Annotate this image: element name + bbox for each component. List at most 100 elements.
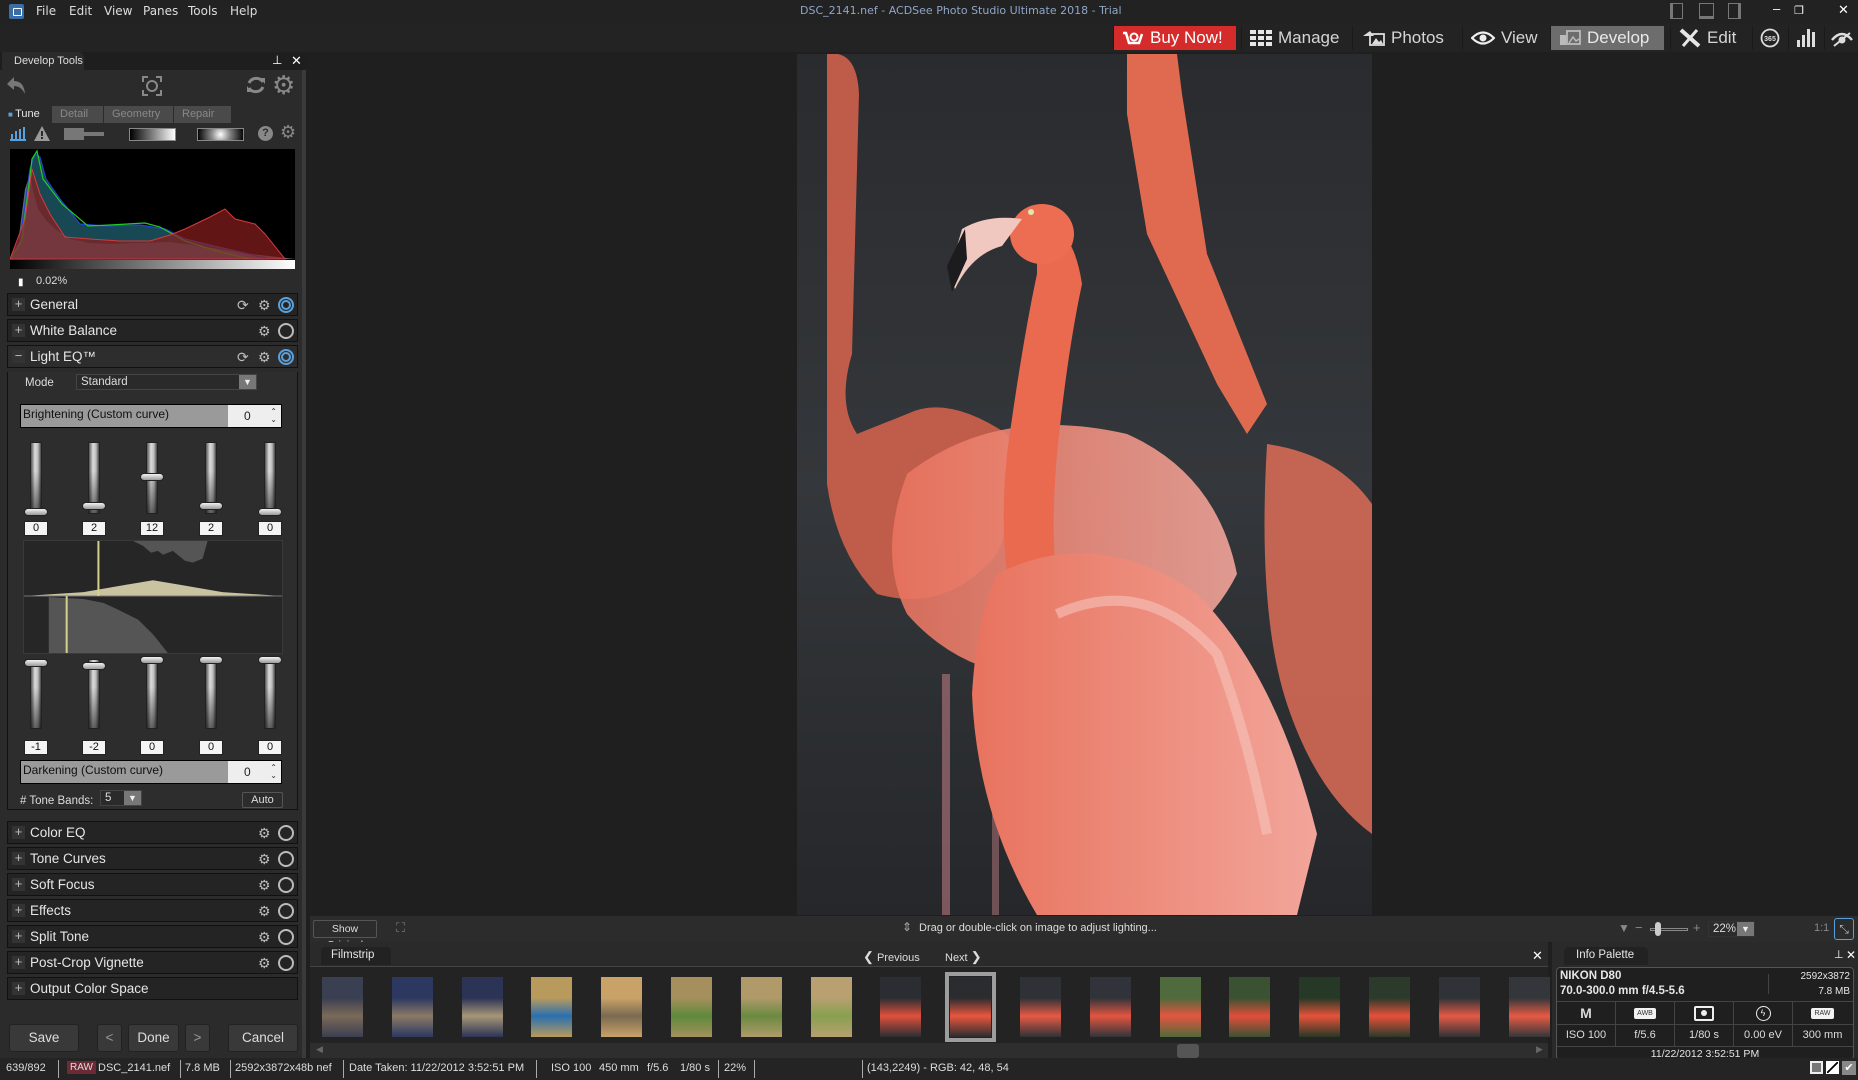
scrollbar-thumb[interactable] — [1177, 1044, 1199, 1058]
view-single-icon[interactable] — [1810, 1061, 1823, 1074]
tab-geometry[interactable]: Geometry — [104, 106, 174, 123]
settings-icon[interactable]: ⚙ — [258, 929, 271, 946]
enable-toggle[interactable] — [278, 955, 294, 971]
show-original-button[interactable]: Show Original — [313, 920, 377, 951]
settings-icon[interactable]: ⚙ — [258, 297, 271, 314]
tab-repair[interactable]: Repair — [174, 106, 232, 123]
mode-dropdown[interactable]: Standard ▼ — [76, 374, 257, 390]
expand-icon[interactable]: + — [12, 877, 25, 891]
menu-edit[interactable]: Edit — [69, 4, 92, 18]
filmstrip-thumbnail-macaw[interactable] — [531, 977, 573, 1037]
darkening-band-handle[interactable] — [82, 661, 106, 670]
brightening-band-track[interactable] — [264, 442, 276, 514]
clipping-warning-icon[interactable] — [34, 126, 50, 141]
dashboard-button[interactable] — [1788, 26, 1823, 50]
collapse-icon[interactable]: − — [12, 349, 25, 363]
expand-icon[interactable]: + — [12, 825, 25, 839]
mode-photos[interactable]: Photos — [1352, 26, 1452, 50]
fit-to-screen-icon[interactable]: ⤡ — [1834, 918, 1854, 940]
settings-icon[interactable]: ⚙ — [258, 825, 271, 842]
zoom-dropdown[interactable]: 22% ▼ — [1708, 921, 1755, 937]
section-tone-curves[interactable]: + Tone Curves ⚙ — [7, 847, 298, 870]
menu-view[interactable]: View — [104, 4, 132, 18]
done-button[interactable]: Done — [128, 1024, 179, 1052]
darkening-slider[interactable]: Darkening (Custom curve) 0 ⌃ ⌄ — [20, 760, 282, 784]
menu-file[interactable]: File — [36, 4, 56, 18]
365-button[interactable]: 365 — [1752, 26, 1787, 50]
auto-button[interactable]: Auto — [242, 792, 283, 808]
brightening-band-handle[interactable] — [258, 508, 282, 516]
info-palette-tab[interactable]: Info Palette — [1564, 947, 1648, 965]
brightening-band-handle[interactable] — [82, 502, 106, 511]
gradient-radial-icon[interactable] — [197, 128, 244, 141]
darkening-band-value[interactable]: -2 — [82, 740, 106, 755]
auto-detect-icon[interactable] — [141, 75, 163, 97]
panel-settings-icon[interactable]: ⚙ — [272, 70, 295, 101]
filmstrip-thumbnail-capybara[interactable] — [322, 977, 363, 1037]
layout-bottom-pane-icon[interactable] — [1699, 3, 1714, 19]
pin-icon[interactable]: ⊥ — [1834, 948, 1844, 961]
darkening-band-value[interactable]: 0 — [258, 740, 282, 755]
save-button[interactable]: Save — [9, 1024, 79, 1052]
filmstrip-thumbnail-flamingo[interactable] — [1089, 977, 1131, 1037]
section-output-color-space[interactable]: + Output Color Space — [7, 977, 298, 1000]
scroll-left-icon[interactable]: ◀ — [316, 1044, 323, 1055]
expand-icon[interactable]: + — [12, 297, 25, 311]
fullscreen-icon[interactable]: ⛶ — [396, 920, 405, 936]
brightening-band-value[interactable]: 2 — [199, 521, 223, 536]
buy-now-button[interactable]: Buy Now! — [1113, 26, 1236, 50]
menu-tools[interactable]: Tools — [188, 4, 218, 18]
expand-icon[interactable]: + — [12, 929, 25, 943]
brightening-band-value[interactable]: 2 — [82, 521, 106, 536]
settings-icon[interactable]: ⚙ — [258, 851, 271, 868]
darkening-band-handle[interactable] — [258, 656, 282, 664]
settings-icon[interactable]: ⚙ — [258, 323, 271, 340]
brightening-slider[interactable]: Brightening (Custom curve) 0 ⌃ ⌄ — [20, 404, 282, 428]
filmstrip-previous-button[interactable]: ❮ Previous — [863, 949, 920, 965]
tab-detail[interactable]: Detail — [52, 106, 104, 123]
brightening-band-value[interactable]: 0 — [24, 521, 48, 536]
view-split-icon[interactable] — [1826, 1061, 1839, 1074]
brightening-band-value[interactable]: 12 — [140, 521, 164, 536]
expand-icon[interactable]: + — [12, 851, 25, 865]
main-photo[interactable] — [797, 54, 1372, 915]
app-logo-icon[interactable] — [9, 4, 24, 19]
zoom-slider-handle[interactable] — [1655, 922, 1661, 936]
filmstrip-thumbnail-flamingo[interactable] — [1299, 977, 1341, 1037]
darkening-band-handle[interactable] — [199, 656, 223, 664]
enable-toggle[interactable] — [278, 851, 294, 867]
zoom-out-icon[interactable]: − — [1635, 920, 1643, 935]
enable-toggle[interactable] — [278, 349, 294, 365]
darkening-band-value[interactable]: -1 — [24, 740, 48, 755]
next-image-button[interactable]: > — [185, 1024, 210, 1052]
layout-left-pane-icon[interactable] — [1670, 3, 1683, 19]
privacy-button[interactable] — [1824, 26, 1858, 50]
filmstrip-thumbnail-flamingo[interactable] — [945, 972, 997, 1042]
menu-help[interactable]: Help — [230, 4, 257, 18]
previous-image-button[interactable]: < — [97, 1024, 122, 1052]
section-effects[interactable]: + Effects ⚙ — [7, 899, 298, 922]
enable-toggle[interactable] — [278, 877, 294, 893]
brightening-band-handle[interactable] — [199, 502, 223, 511]
settings-icon[interactable]: ⚙ — [258, 955, 271, 972]
darkening-band-track[interactable] — [146, 659, 158, 729]
scroll-right-icon[interactable]: ▶ — [1536, 1044, 1543, 1055]
section-color-eq[interactable]: + Color EQ ⚙ — [7, 821, 298, 844]
brightening-band-handle[interactable] — [24, 508, 48, 516]
mode-manage[interactable]: Manage — [1241, 26, 1347, 50]
mode-view[interactable]: View — [1462, 26, 1546, 50]
settings-icon[interactable]: ⚙ — [258, 349, 271, 366]
darkening-band-value[interactable]: 0 — [199, 740, 223, 755]
brightening-band-track[interactable] — [30, 442, 42, 514]
spinner-icon[interactable]: ⌃ ⌄ — [270, 764, 277, 780]
section-post-crop-vignette[interactable]: + Post-Crop Vignette ⚙ — [7, 951, 298, 974]
darkening-band-handle[interactable] — [24, 658, 48, 667]
filmstrip-thumbnail-macaw[interactable] — [671, 977, 712, 1037]
darkening-band-track[interactable] — [264, 659, 276, 729]
section-light-eq[interactable]: − Light EQ™ ⟳ ⚙ — [7, 345, 298, 368]
filmstrip-thumbnail-flamingo[interactable] — [880, 977, 922, 1037]
enable-toggle[interactable] — [278, 323, 294, 339]
brightening-band-handle[interactable] — [140, 473, 164, 482]
filmstrip-thumbnail-flamingo[interactable] — [1159, 977, 1201, 1037]
settings-icon[interactable]: ⚙ — [258, 903, 271, 920]
